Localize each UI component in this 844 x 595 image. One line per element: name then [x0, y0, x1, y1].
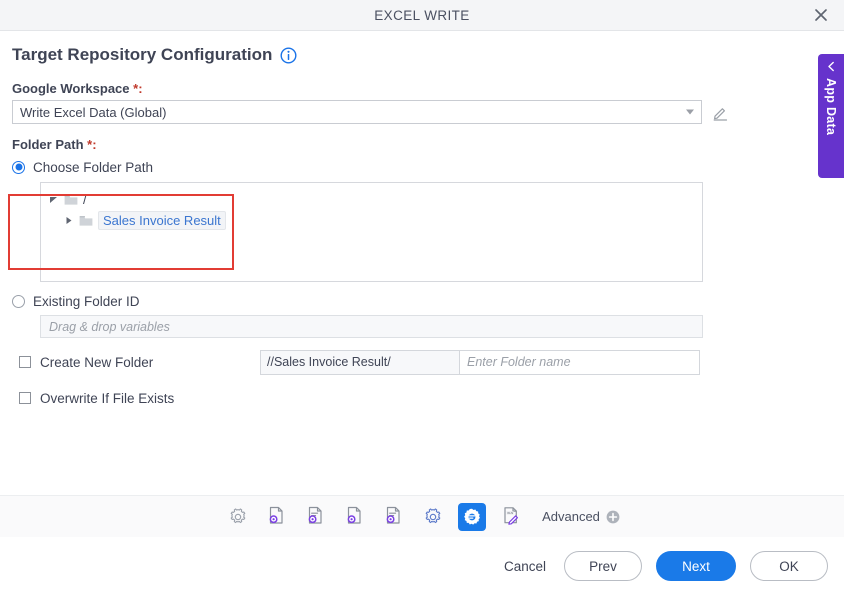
choose-folder-path-label[interactable]: Choose Folder Path [33, 160, 153, 175]
triangle-down-icon[interactable] [47, 194, 59, 206]
app-data-tab-label: App Data [824, 78, 838, 136]
existing-folder-id-label[interactable]: Existing Folder ID [33, 294, 140, 309]
create-new-folder-checkbox[interactable] [19, 356, 31, 368]
page-title: Target Repository Configuration [12, 45, 273, 64]
tree-node-sales-invoice-result[interactable]: Sales Invoice Result [41, 210, 702, 231]
folder-icon [79, 215, 93, 227]
folder-path-label-text: Folder Path [12, 137, 84, 152]
prev-button[interactable]: Prev [564, 551, 642, 581]
existing-folder-id-radio[interactable] [12, 294, 25, 308]
window-title: EXCEL WRITE [374, 7, 470, 23]
create-new-folder-name-placeholder: Enter Folder name [467, 355, 571, 369]
create-new-folder-path-prefix-text: //Sales Invoice Result/ [267, 355, 391, 369]
overwrite-row: Overwrite If File Exists [12, 383, 844, 413]
tree-node-root-label: / [83, 192, 87, 207]
existing-folder-id-placeholder: Drag & drop variables [49, 319, 170, 334]
document-gear-icon[interactable] [263, 503, 291, 531]
document-gear-icon-2[interactable] [341, 503, 369, 531]
next-button[interactable]: Next [656, 551, 736, 581]
cancel-button[interactable]: Cancel [500, 551, 550, 581]
step-toolbar: XLS Advanced [0, 495, 844, 537]
document-lines-gear-icon-2[interactable] [380, 503, 408, 531]
google-workspace-selected-value: Write Excel Data (Global) [20, 104, 167, 120]
document-lines-gear-icon[interactable] [302, 503, 330, 531]
configuration-gear-icon[interactable] [458, 502, 487, 531]
google-workspace-row: Write Excel Data (Global) [12, 100, 844, 124]
choose-folder-path-option[interactable]: Choose Folder Path [12, 156, 844, 178]
tree-node-root[interactable]: / [41, 189, 702, 210]
ok-button[interactable]: OK [750, 551, 828, 581]
dialog-content: Target Repository Configuration Google W… [0, 31, 844, 509]
folder-path-label: Folder Path *: [12, 137, 844, 152]
page-title-row: Target Repository Configuration [12, 45, 844, 65]
create-new-folder-path-prefix: //Sales Invoice Result/ [260, 349, 460, 375]
triangle-right-icon[interactable] [62, 215, 74, 227]
tree-node-sales-invoice-result-label[interactable]: Sales Invoice Result [98, 211, 226, 230]
google-workspace-label-text: Google Workspace [12, 81, 130, 96]
settings-gear-icon[interactable] [224, 503, 252, 531]
pencil-edit-icon[interactable] [712, 104, 729, 121]
overwrite-checkbox[interactable] [19, 392, 31, 404]
choose-folder-path-radio[interactable] [12, 160, 25, 174]
info-icon[interactable] [280, 46, 297, 64]
plus-circle-icon[interactable] [606, 510, 620, 524]
create-new-folder-row: Create New Folder //Sales Invoice Result… [12, 347, 844, 377]
create-new-folder-label[interactable]: Create New Folder [40, 355, 153, 370]
folder-icon [64, 194, 78, 206]
create-new-folder-name-input[interactable]: Enter Folder name [460, 349, 700, 375]
google-workspace-required-mark: *: [133, 81, 143, 96]
advanced-label: Advanced [542, 509, 600, 524]
existing-folder-id-input[interactable]: Drag & drop variables [40, 315, 703, 338]
chevron-down-icon [686, 109, 694, 115]
advanced-toggle[interactable]: Advanced [542, 509, 620, 524]
dialog-actions: Cancel Prev Next OK [500, 551, 828, 581]
close-icon[interactable] [808, 2, 834, 28]
google-workspace-label: Google Workspace *: [12, 81, 844, 96]
overwrite-toggle[interactable]: Overwrite If File Exists [12, 391, 260, 406]
app-data-tab[interactable]: App Data [818, 54, 844, 178]
existing-folder-id-option[interactable]: Existing Folder ID [12, 290, 844, 312]
folder-tree-panel[interactable]: / Sales Invoice Result [40, 182, 703, 282]
settings-gear-icon-2[interactable] [419, 503, 447, 531]
xls-edit-icon[interactable]: XLS [497, 503, 525, 531]
folder-path-required-mark: *: [87, 137, 97, 152]
google-workspace-select[interactable]: Write Excel Data (Global) [12, 100, 702, 124]
svg-text:XLS: XLS [507, 511, 513, 515]
create-new-folder-toggle[interactable]: Create New Folder [12, 355, 260, 370]
overwrite-label[interactable]: Overwrite If File Exists [40, 391, 174, 406]
chevron-left-icon [826, 61, 837, 72]
window-titlebar: EXCEL WRITE [0, 0, 844, 31]
